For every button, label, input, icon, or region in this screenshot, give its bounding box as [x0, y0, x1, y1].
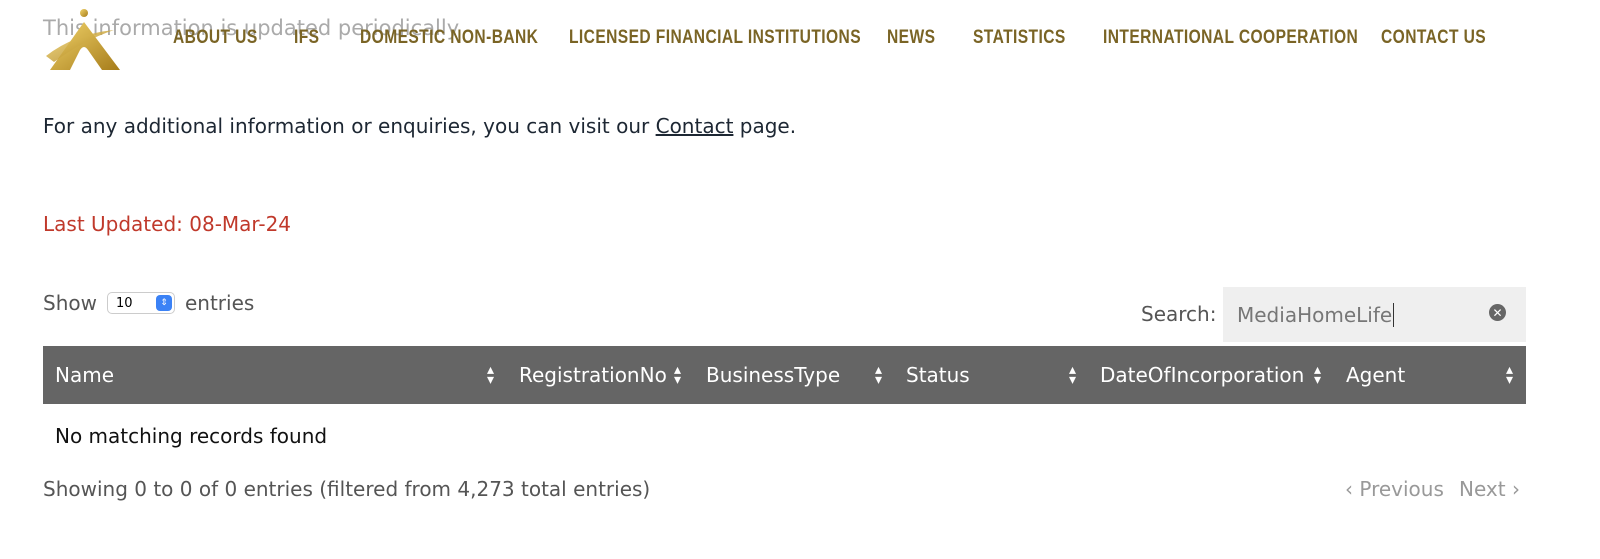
- clear-search-icon[interactable]: ✕: [1489, 304, 1506, 321]
- column-date-of-incorporation[interactable]: DateOfIncorporation: [1100, 363, 1304, 387]
- logo[interactable]: [44, 4, 124, 72]
- entries-select[interactable]: 10 ⇕: [106, 292, 175, 314]
- entries-length: Show 10 ⇕ entries: [43, 291, 254, 315]
- search-input[interactable]: MediaHomeLife ✕: [1223, 287, 1526, 342]
- nav-ifs[interactable]: IFS: [294, 27, 319, 49]
- column-registration-no[interactable]: RegistrationNo: [519, 363, 667, 387]
- info-suffix: page.: [733, 114, 797, 138]
- table-info: Showing 0 to 0 of 0 entries (filtered fr…: [43, 477, 651, 501]
- show-label: Show: [43, 291, 97, 315]
- select-arrows-icon: ⇕: [155, 295, 172, 311]
- chevron-left-icon: ‹: [1345, 477, 1360, 501]
- info-prefix: For any additional information or enquir…: [43, 114, 656, 138]
- entries-value: 10: [115, 295, 133, 311]
- search-value: MediaHomeLife: [1237, 302, 1393, 327]
- previous-button[interactable]: ‹ Previous: [1345, 477, 1444, 501]
- table-header: Name ▴ ▾ RegistrationNo ▴ ▾ BusinessType ▴…: [43, 346, 1526, 404]
- sort-icon[interactable]: ▴ ▾: [1506, 363, 1513, 387]
- next-label: Next: [1459, 477, 1506, 501]
- previous-label: Previous: [1359, 477, 1444, 501]
- contact-link[interactable]: Contact: [656, 114, 734, 138]
- empty-message: No matching records found: [55, 424, 328, 448]
- chevron-right-icon: ›: [1505, 477, 1520, 501]
- column-agent[interactable]: Agent: [1346, 363, 1405, 387]
- next-button[interactable]: Next ›: [1459, 477, 1520, 501]
- sort-icon[interactable]: ▴ ▾: [487, 363, 494, 387]
- nav-about-us[interactable]: ABOUT US: [173, 27, 258, 49]
- entries-label: entries: [184, 291, 255, 315]
- nav-international-cooperation[interactable]: INTERNATIONAL COOPERATION: [1103, 27, 1358, 49]
- last-updated: Last Updated: 08-Mar-24: [43, 212, 292, 236]
- search-label: Search:: [1141, 302, 1217, 326]
- sort-icon[interactable]: ▴ ▾: [1314, 363, 1321, 387]
- sort-icon[interactable]: ▴ ▾: [1069, 363, 1076, 387]
- sort-icon[interactable]: ▴ ▾: [674, 363, 681, 387]
- column-business-type[interactable]: BusinessType: [706, 363, 840, 387]
- info-text: For any additional information or enquir…: [43, 114, 796, 138]
- nav-news[interactable]: NEWS: [887, 27, 935, 49]
- nav-licensed-financial-institutions[interactable]: LICENSED FINANCIAL INSTITUTIONS: [569, 27, 861, 49]
- nav-statistics[interactable]: STATISTICS: [973, 27, 1066, 49]
- nav-domestic-non-bank[interactable]: DOMESTIC NON-BANK: [360, 27, 538, 49]
- column-name[interactable]: Name: [55, 363, 114, 387]
- text-cursor: [1393, 302, 1395, 327]
- nav-contact-us[interactable]: CONTACT US: [1381, 27, 1486, 49]
- sort-icon[interactable]: ▴ ▾: [875, 363, 882, 387]
- column-status[interactable]: Status: [906, 363, 970, 387]
